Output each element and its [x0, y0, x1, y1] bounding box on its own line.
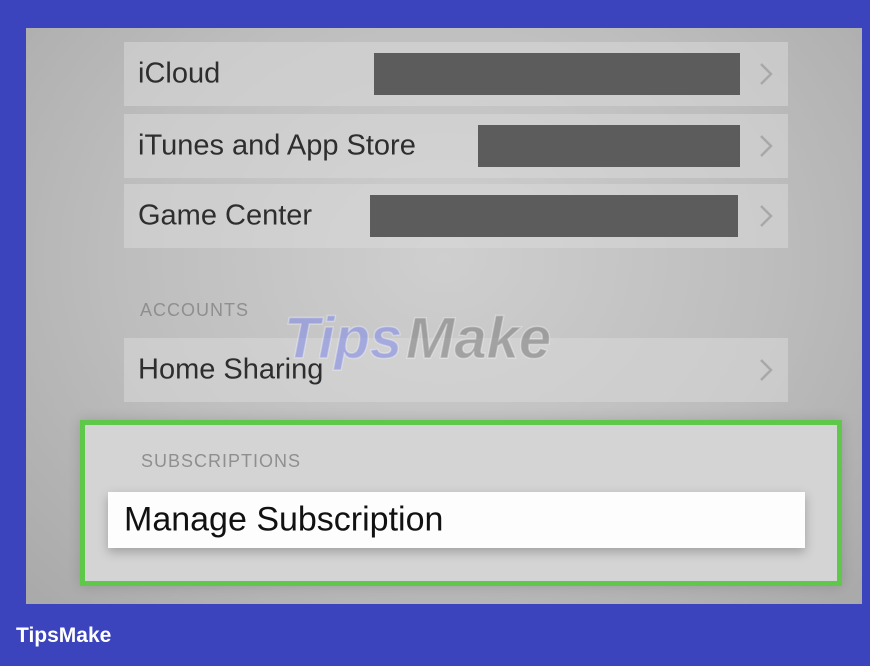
section-header-accounts: ACCOUNTS: [140, 300, 250, 320]
section-header-subscriptions: SUBSCRIPTIONS: [141, 451, 302, 471]
subscriptions-highlight: SUBSCRIPTIONS Manage Subscription: [80, 420, 842, 586]
settings-row-game-center[interactable]: Game Center: [124, 184, 788, 248]
row-label: Game Center: [138, 199, 313, 232]
settings-row-home-sharing[interactable]: Home Sharing: [124, 338, 788, 402]
manage-subscription-button[interactable]: Manage Subscription: [108, 492, 805, 548]
row-label: Home Sharing: [138, 353, 324, 386]
row-label: iCloud: [138, 57, 221, 90]
redacted-account: [374, 53, 740, 95]
settings-row-icloud[interactable]: iCloud: [124, 42, 788, 106]
redacted-account: [370, 195, 738, 237]
settings-row-itunes[interactable]: iTunes and App Store: [124, 114, 788, 178]
chevron-right-icon: [760, 359, 773, 381]
manage-subscription-label: Manage Subscription: [124, 500, 444, 539]
row-label: iTunes and App Store: [138, 129, 416, 162]
settings-screen: iCloud iTunes and App Store Game Center …: [26, 28, 862, 604]
redacted-account: [478, 125, 740, 167]
chevron-right-icon: [760, 63, 773, 85]
chevron-right-icon: [760, 135, 773, 157]
chevron-right-icon: [760, 205, 773, 227]
footer-brand: TipsMake: [16, 624, 112, 647]
